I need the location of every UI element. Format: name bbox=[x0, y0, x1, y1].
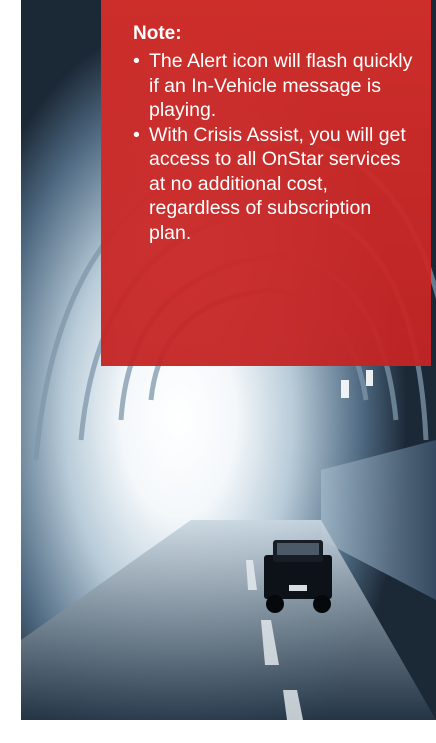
note-item-alert-icon: • The Alert icon will flash quickly if a… bbox=[133, 49, 413, 123]
note-title: Note: bbox=[133, 23, 182, 44]
note-list: • The Alert icon will flash quickly if a… bbox=[133, 49, 413, 245]
note-item-text: With Crisis Assist, you will get access … bbox=[149, 123, 406, 244]
note-item-text: The Alert icon will flash quickly if an … bbox=[149, 50, 413, 121]
bullet-icon: • bbox=[133, 50, 140, 72]
bullet-icon: • bbox=[133, 123, 140, 146]
note-item-crisis-assist: • With Crisis Assist, you will get acces… bbox=[133, 123, 413, 246]
note-box: Note: • The Alert icon will flash quickl… bbox=[101, 0, 431, 366]
